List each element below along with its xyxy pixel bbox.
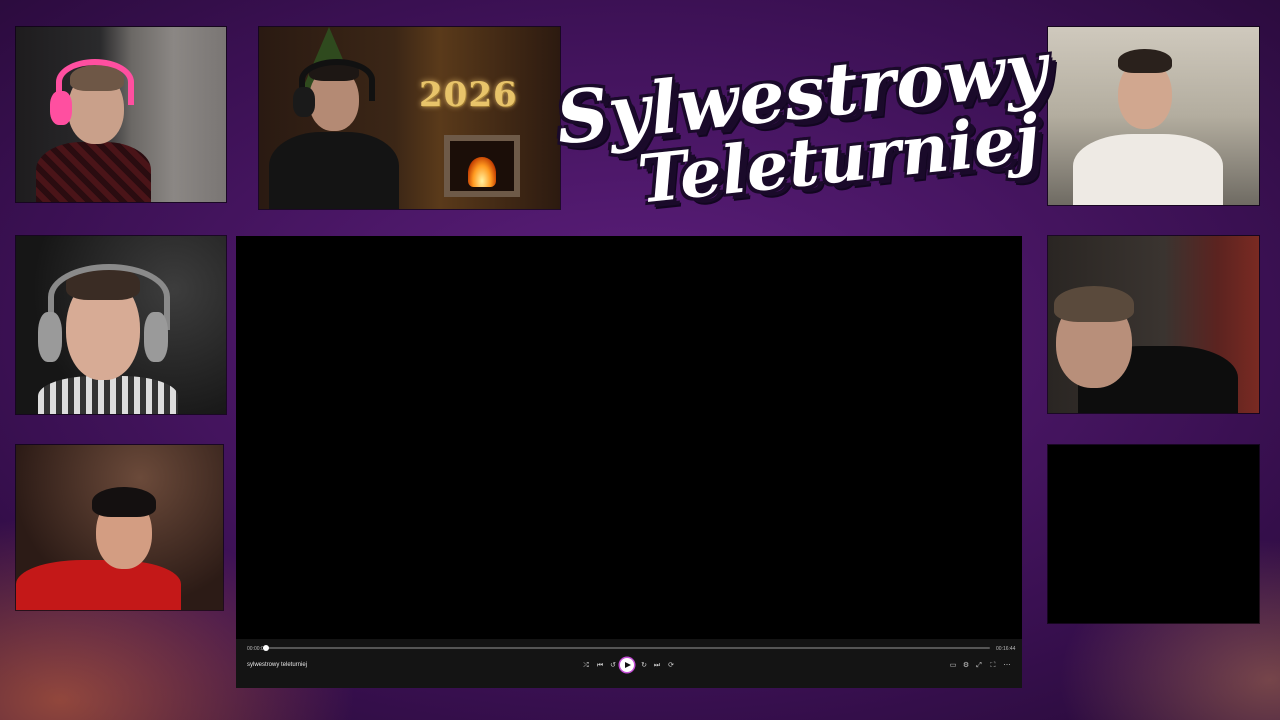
webcam-tile-1 [16,27,226,202]
next-icon[interactable]: ⏭ [651,660,663,672]
rewind-icon[interactable]: ↺ [607,660,619,672]
seek-bar[interactable] [263,645,990,651]
webcam-tile-5 [1048,236,1259,413]
participant [1048,256,1238,413]
settings-icon[interactable]: ⚙ [960,660,972,672]
webcam-tile-2: 2026 [259,27,560,209]
player-controls: 00:00:00 00:16:44 sylwestrowy teleturnie… [236,639,1022,688]
more-icon[interactable]: ⋯ [1001,660,1013,672]
show-logo: Sylwestrowy Teleturniej [552,1,1054,250]
webcam-tile-7-empty [1048,445,1259,623]
total-time: 00:16:44 [996,646,1016,652]
participant [36,47,156,202]
participant [1068,39,1228,205]
play-icon[interactable] [620,658,634,672]
webcam-tile-4 [16,236,226,414]
participant [28,256,178,414]
webcam-tile-6 [16,445,223,610]
webcam-tile-3 [1048,27,1259,205]
track-title: sylwestrowy teleturniej [247,662,308,668]
video-display[interactable] [236,236,1022,639]
forward-icon[interactable]: ↻ [638,660,650,672]
media-player[interactable]: 00:00:00 00:16:44 sylwestrowy teleturnie… [236,236,1022,688]
participant [16,485,196,610]
repeat-icon[interactable]: ⟳ [665,660,677,672]
previous-icon[interactable]: ⏮ [594,660,606,672]
shuffle-icon[interactable]: ⤮ [580,660,592,672]
new-year-balloon-text: 2026 [419,75,518,115]
participant [269,57,399,209]
fullscreen-icon[interactable]: ⛶ [987,660,999,672]
miniplayer-icon[interactable]: ▭ [947,660,959,672]
cast-icon[interactable]: ⤢ [973,660,985,672]
seek-bar-handle[interactable] [263,645,269,651]
fireplace [444,135,520,197]
